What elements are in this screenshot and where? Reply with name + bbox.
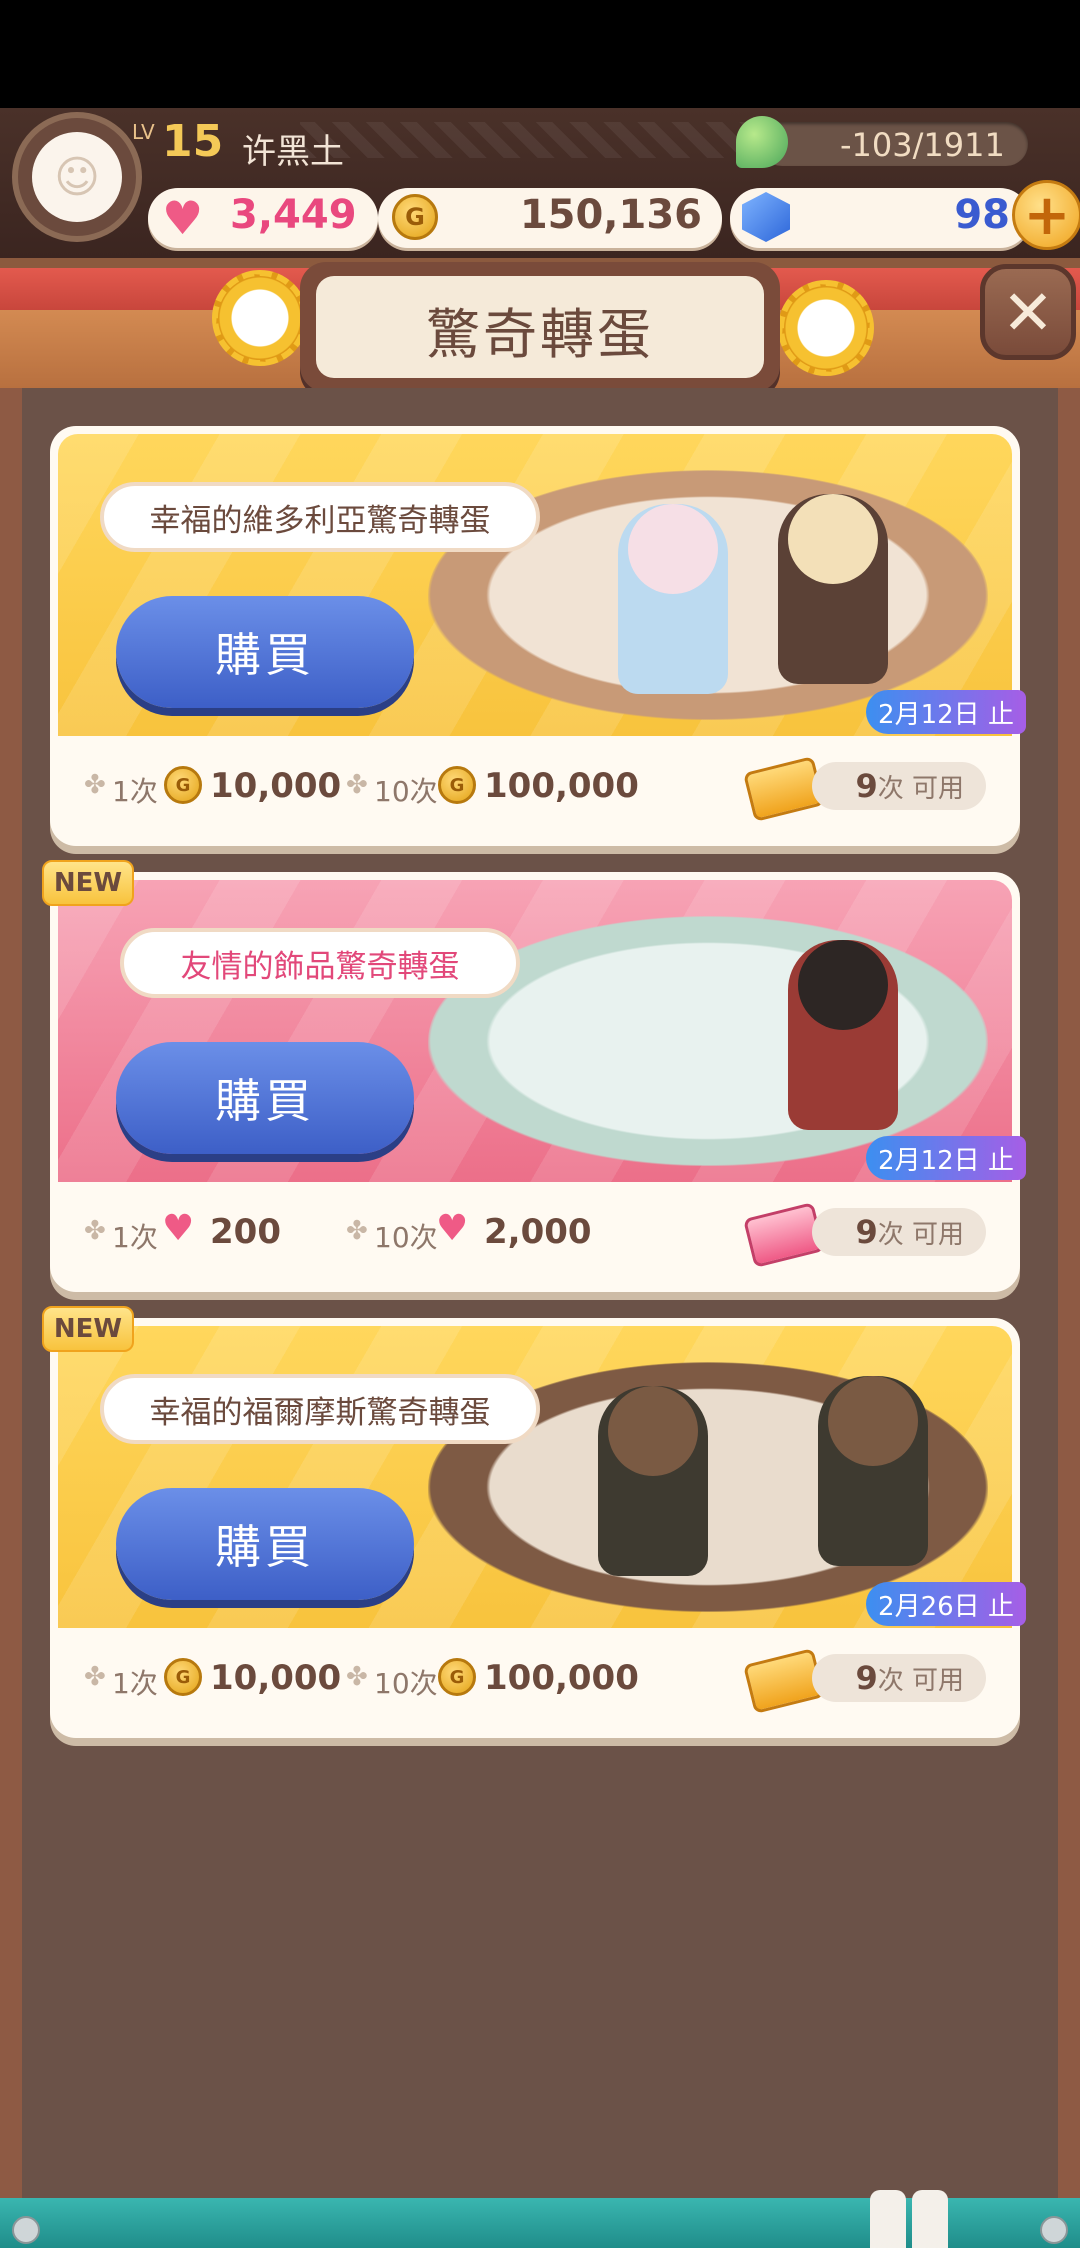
sparkle-icon: ✤ — [84, 770, 106, 800]
heart-icon: ♥ — [436, 1208, 469, 1249]
level-tag: LV — [132, 120, 155, 144]
ticket-count: 9 — [855, 1659, 878, 1697]
sparkle-icon: ✤ — [346, 770, 368, 800]
gems-value: 98 — [954, 192, 1010, 238]
ticket-suffix: 次 可用 — [877, 1219, 964, 1250]
single-draw-price: 200 — [210, 1212, 281, 1252]
bolt-icon — [1040, 2216, 1068, 2244]
character-girl-illustration — [618, 504, 728, 694]
ticket-counter: 9 次 可用 — [812, 762, 986, 810]
player-name: 许黑土 — [242, 132, 344, 172]
sparkle-icon: ✤ — [84, 1662, 106, 1692]
bolt-icon — [12, 2216, 40, 2244]
coin-icon: G — [164, 766, 202, 804]
bottom-tab-handle[interactable] — [870, 2190, 906, 2248]
ticket-counter: 9 次 可用 — [812, 1208, 986, 1256]
ten-draw-price: 100,000 — [484, 1658, 639, 1698]
ten-draw-price: 100,000 — [484, 766, 639, 806]
ticket-counter: 9 次 可用 — [812, 1654, 986, 1702]
heart-icon: ♥ — [162, 191, 204, 245]
ten-draw-label: 10次 — [374, 1221, 438, 1254]
gear-icon — [212, 270, 308, 366]
coin-icon: G — [164, 1658, 202, 1696]
heart-icon: ♥ — [162, 1208, 195, 1249]
gacha-name-label: 友情的飾品驚奇轉蛋 — [120, 928, 520, 998]
end-date-badge: 2月12日 止 — [866, 690, 1026, 734]
ticket-count: 9 — [855, 1213, 878, 1251]
leaf-energy-icon — [736, 116, 788, 168]
sparkle-icon: ✤ — [84, 1216, 106, 1246]
buy-button[interactable]: 購買 — [116, 1488, 414, 1600]
single-draw-label: 1次 — [112, 1221, 158, 1254]
end-date-badge: 2月12日 止 — [866, 1136, 1026, 1180]
single-draw-price: 10,000 — [210, 766, 342, 806]
sparkle-icon: ✤ — [346, 1216, 368, 1246]
new-badge: NEW — [42, 1306, 134, 1352]
new-badge: NEW — [42, 860, 134, 906]
energy-value: -103/1911 — [840, 126, 1005, 164]
single-draw-label: 1次 — [112, 1667, 158, 1700]
single-draw-label: 1次 — [112, 775, 158, 808]
coin-icon: G — [392, 194, 438, 240]
gear-icon — [778, 280, 874, 376]
character-boy-illustration — [818, 1376, 928, 1566]
page-title: 驚奇轉蛋 — [426, 303, 654, 366]
add-currency-button[interactable]: + — [1012, 180, 1080, 250]
gacha-name-label: 幸福的福爾摩斯驚奇轉蛋 — [100, 1374, 540, 1444]
gacha-name-label: 幸福的維多利亞驚奇轉蛋 — [100, 482, 540, 552]
character-girl-illustration — [598, 1386, 708, 1576]
hearts-value: 3,449 — [230, 192, 357, 238]
buy-button[interactable]: 購買 — [116, 1042, 414, 1154]
hud-pattern — [300, 122, 760, 158]
ten-draw-price: 2,000 — [484, 1212, 592, 1252]
end-date-badge: 2月26日 止 — [866, 1582, 1026, 1626]
coin-icon: G — [438, 766, 476, 804]
ticket-count: 9 — [855, 767, 878, 805]
level-number: 15 — [162, 116, 224, 167]
avatar-face-icon: ☺ — [32, 132, 122, 222]
character-boy-illustration — [788, 940, 898, 1130]
buy-button[interactable]: 購買 — [116, 596, 414, 708]
player-avatar[interactable]: ☺ — [12, 112, 142, 242]
coins-value: 150,136 — [519, 192, 702, 238]
ten-draw-label: 10次 — [374, 1667, 438, 1700]
sparkle-icon: ✤ — [346, 1662, 368, 1692]
single-draw-price: 10,000 — [210, 1658, 342, 1698]
character-boy-illustration — [778, 494, 888, 684]
ticket-suffix: 次 可用 — [877, 1665, 964, 1696]
coin-icon: G — [438, 1658, 476, 1696]
close-button[interactable]: ✕ — [980, 264, 1076, 360]
ticket-suffix: 次 可用 — [877, 773, 964, 804]
ten-draw-label: 10次 — [374, 775, 438, 808]
bottom-tab-handle[interactable] — [912, 2190, 948, 2248]
